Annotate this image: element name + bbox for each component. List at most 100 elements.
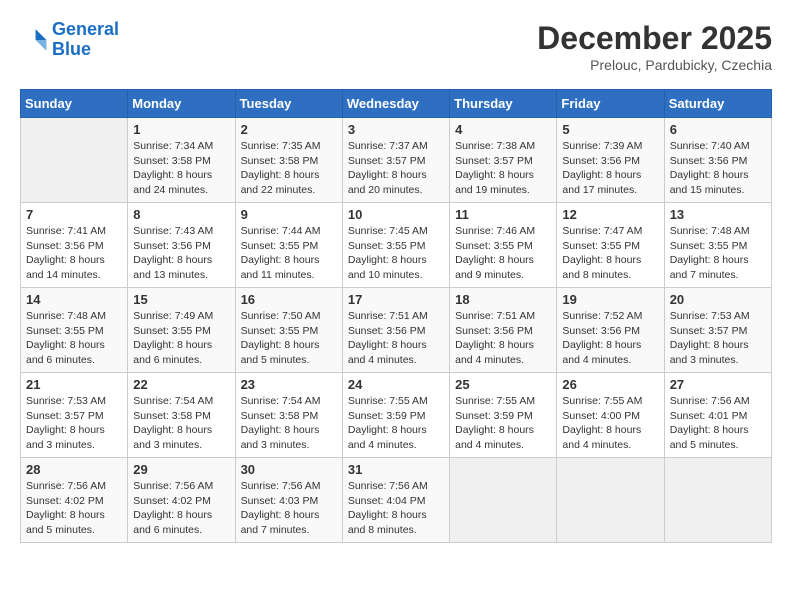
header-cell-friday: Friday [557,90,664,118]
day-info: Sunrise: 7:48 AM Sunset: 3:55 PM Dayligh… [670,224,766,283]
calendar-cell: 4 Sunrise: 7:38 AM Sunset: 3:57 PM Daylig… [450,118,557,203]
day-number: 8 [133,207,229,222]
calendar-cell: 6Sunrise: 7:40 AM Sunset: 3:56 PM Daylig… [664,118,771,203]
calendar-cell: 15 Sunrise: 7:49 AM Sunset: 3:55 PM Dayli… [128,288,235,373]
calendar-cell [664,458,771,543]
day-number: 18 [455,292,551,307]
day-info: Sunrise: 7:51 AM Sunset: 3:56 PM Dayligh… [348,309,444,368]
day-info: Sunrise: 7:56 AM Sunset: 4:02 PM Dayligh… [26,479,122,538]
day-number: 23 [241,377,337,392]
day-info: Sunrise: 7:49 AM Sunset: 3:55 PM Dayligh… [133,309,229,368]
day-info: Sunrise: 7:56 AM Sunset: 4:04 PM Dayligh… [348,479,444,538]
calendar-cell: 12 Sunrise: 7:47 AM Sunset: 3:55 PM Dayli… [557,203,664,288]
title-block: December 2025 Prelouc, Pardubicky, Czech… [537,20,772,73]
day-info: Sunrise: 7:47 AM Sunset: 3:55 PM Dayligh… [562,224,658,283]
day-number: 13 [670,207,766,222]
header-cell-sunday: Sunday [21,90,128,118]
day-number: 14 [26,292,122,307]
calendar-cell [21,118,128,203]
day-number: 25 [455,377,551,392]
day-info: Sunrise: 7:56 AM Sunset: 4:02 PM Dayligh… [133,479,229,538]
day-info: Sunrise: 7:56 AM Sunset: 4:01 PM Dayligh… [670,394,766,453]
location-subtitle: Prelouc, Pardubicky, Czechia [537,57,772,73]
day-number: 6 [670,122,766,137]
header-cell-wednesday: Wednesday [342,90,449,118]
day-info: Sunrise: 7:55 AM Sunset: 3:59 PM Dayligh… [455,394,551,453]
day-number: 12 [562,207,658,222]
day-number: 4 [455,122,551,137]
calendar-cell: 27 Sunrise: 7:56 AM Sunset: 4:01 PM Dayli… [664,373,771,458]
calendar-week-1: 1 Sunrise: 7:34 AM Sunset: 3:58 PM Daylig… [21,118,772,203]
day-info: Sunrise: 7:50 AM Sunset: 3:55 PM Dayligh… [241,309,337,368]
calendar-cell: 16 Sunrise: 7:50 AM Sunset: 3:55 PM Dayli… [235,288,342,373]
day-number: 1 [133,122,229,137]
calendar-body: 1 Sunrise: 7:34 AM Sunset: 3:58 PM Daylig… [21,118,772,543]
calendar-cell: 31 Sunrise: 7:56 AM Sunset: 4:04 PM Dayli… [342,458,449,543]
day-number: 11 [455,207,551,222]
day-number: 22 [133,377,229,392]
day-info: Sunrise: 7:46 AM Sunset: 3:55 PM Dayligh… [455,224,551,283]
page-header: General Blue December 2025 Prelouc, Pard… [20,20,772,73]
calendar-cell: 11 Sunrise: 7:46 AM Sunset: 3:55 PM Dayli… [450,203,557,288]
day-number: 28 [26,462,122,477]
day-info: Sunrise: 7:53 AM Sunset: 3:57 PM Dayligh… [26,394,122,453]
day-number: 3 [348,122,444,137]
logo: General Blue [20,20,119,60]
day-info: Sunrise: 7:56 AM Sunset: 4:03 PM Dayligh… [241,479,337,538]
day-info: Sunrise: 7:35 AM Sunset: 3:58 PM Dayligh… [241,139,337,198]
day-info: Sunrise: 7:37 AM Sunset: 3:57 PM Dayligh… [348,139,444,198]
calendar-week-2: 7 Sunrise: 7:41 AM Sunset: 3:56 PM Daylig… [21,203,772,288]
day-info: Sunrise: 7:54 AM Sunset: 3:58 PM Dayligh… [133,394,229,453]
day-number: 19 [562,292,658,307]
calendar-cell: 5Sunrise: 7:39 AM Sunset: 3:56 PM Daylig… [557,118,664,203]
calendar-cell: 18Sunrise: 7:51 AM Sunset: 3:56 PM Dayli… [450,288,557,373]
calendar-cell: 30Sunrise: 7:56 AM Sunset: 4:03 PM Dayli… [235,458,342,543]
calendar-week-3: 14 Sunrise: 7:48 AM Sunset: 3:55 PM Dayli… [21,288,772,373]
day-info: Sunrise: 7:39 AM Sunset: 3:56 PM Dayligh… [562,139,658,198]
day-number: 21 [26,377,122,392]
day-info: Sunrise: 7:53 AM Sunset: 3:57 PM Dayligh… [670,309,766,368]
day-number: 29 [133,462,229,477]
calendar-week-5: 28 Sunrise: 7:56 AM Sunset: 4:02 PM Dayli… [21,458,772,543]
day-number: 7 [26,207,122,222]
calendar-cell: 23 Sunrise: 7:54 AM Sunset: 3:58 PM Dayli… [235,373,342,458]
month-title: December 2025 [537,20,772,57]
day-info: Sunrise: 7:48 AM Sunset: 3:55 PM Dayligh… [26,309,122,368]
calendar-cell: 13 Sunrise: 7:48 AM Sunset: 3:55 PM Dayli… [664,203,771,288]
header-cell-thursday: Thursday [450,90,557,118]
calendar-week-4: 21 Sunrise: 7:53 AM Sunset: 3:57 PM Dayli… [21,373,772,458]
day-number: 9 [241,207,337,222]
calendar-cell: 19 Sunrise: 7:52 AM Sunset: 3:56 PM Dayli… [557,288,664,373]
calendar-cell: 8 Sunrise: 7:43 AM Sunset: 3:56 PM Daylig… [128,203,235,288]
calendar-cell: 14 Sunrise: 7:48 AM Sunset: 3:55 PM Dayli… [21,288,128,373]
calendar-cell: 25 Sunrise: 7:55 AM Sunset: 3:59 PM Dayli… [450,373,557,458]
day-info: Sunrise: 7:54 AM Sunset: 3:58 PM Dayligh… [241,394,337,453]
calendar-cell [450,458,557,543]
calendar-cell: 17Sunrise: 7:51 AM Sunset: 3:56 PM Dayli… [342,288,449,373]
day-info: Sunrise: 7:43 AM Sunset: 3:56 PM Dayligh… [133,224,229,283]
day-info: Sunrise: 7:55 AM Sunset: 3:59 PM Dayligh… [348,394,444,453]
calendar-cell: 20 Sunrise: 7:53 AM Sunset: 3:57 PM Dayli… [664,288,771,373]
day-number: 31 [348,462,444,477]
day-number: 27 [670,377,766,392]
day-info: Sunrise: 7:44 AM Sunset: 3:55 PM Dayligh… [241,224,337,283]
day-number: 15 [133,292,229,307]
day-number: 26 [562,377,658,392]
calendar-header: SundayMondayTuesdayWednesdayThursdayFrid… [21,90,772,118]
calendar-cell: 26Sunrise: 7:55 AM Sunset: 4:00 PM Dayli… [557,373,664,458]
day-info: Sunrise: 7:34 AM Sunset: 3:58 PM Dayligh… [133,139,229,198]
day-info: Sunrise: 7:41 AM Sunset: 3:56 PM Dayligh… [26,224,122,283]
day-number: 20 [670,292,766,307]
calendar-cell: 28 Sunrise: 7:56 AM Sunset: 4:02 PM Dayli… [21,458,128,543]
day-info: Sunrise: 7:38 AM Sunset: 3:57 PM Dayligh… [455,139,551,198]
calendar-cell: 22 Sunrise: 7:54 AM Sunset: 3:58 PM Dayli… [128,373,235,458]
calendar-cell: 29 Sunrise: 7:56 AM Sunset: 4:02 PM Dayli… [128,458,235,543]
calendar-cell: 3 Sunrise: 7:37 AM Sunset: 3:57 PM Daylig… [342,118,449,203]
day-number: 16 [241,292,337,307]
header-cell-saturday: Saturday [664,90,771,118]
logo-icon [20,26,48,54]
day-info: Sunrise: 7:52 AM Sunset: 3:56 PM Dayligh… [562,309,658,368]
day-number: 10 [348,207,444,222]
header-row: SundayMondayTuesdayWednesdayThursdayFrid… [21,90,772,118]
calendar-cell: 2Sunrise: 7:35 AM Sunset: 3:58 PM Daylig… [235,118,342,203]
